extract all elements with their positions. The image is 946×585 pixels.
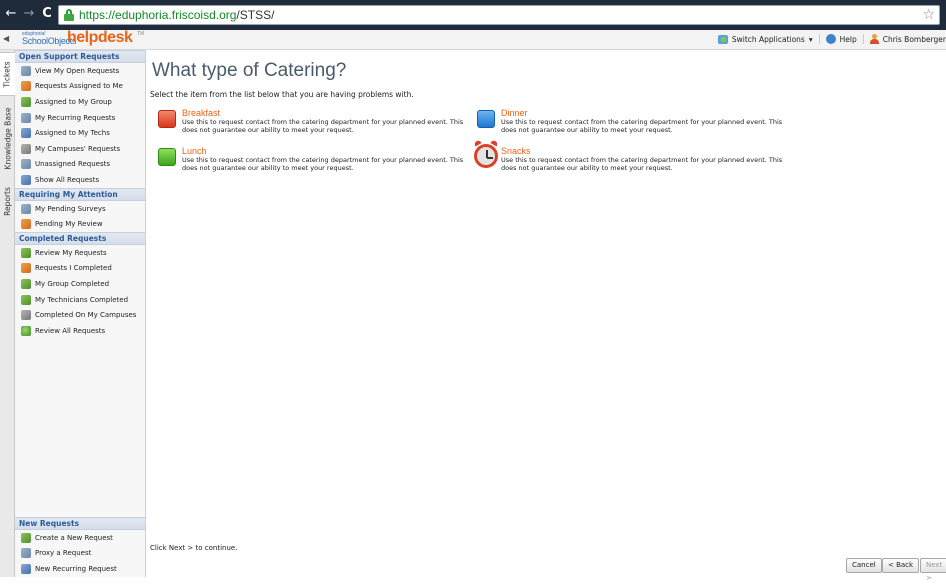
option-breakfast[interactable]: Breakfast Use this to request contact fr… — [158, 108, 468, 138]
option-title[interactable]: Dinner — [501, 108, 528, 118]
sidebar-item-assigned-to-my-techs[interactable]: Assigned to My Techs — [15, 125, 145, 141]
sidebar-item-my-campuses-requests[interactable]: My Campuses' Requests — [15, 141, 145, 157]
sidebar-item-my-recurring-requests[interactable]: My Recurring Requests — [15, 110, 145, 126]
unassigned-icon — [21, 159, 31, 170]
create-request-icon — [21, 532, 31, 543]
group-icon — [21, 96, 31, 107]
divider — [818, 34, 820, 44]
survey-icon — [21, 203, 31, 214]
proxy-icon — [21, 548, 31, 559]
dinner-icon — [477, 110, 495, 128]
section-open-support-requests[interactable]: Open Support Requests — [15, 50, 145, 63]
sidebar-item-new-recurring-request[interactable]: New Recurring Request — [15, 561, 145, 577]
option-description: Use this to request contact from the cat… — [501, 118, 783, 134]
browser-toolbar: ← → C https://eduphoria.friscoisd.org/ST… — [0, 0, 946, 30]
sidebar-item-review-all-requests[interactable]: Review All Requests — [15, 323, 145, 339]
technicians-completed-icon — [21, 294, 31, 305]
sidebar-item-pending-my-review[interactable]: Pending My Review — [15, 216, 145, 232]
requests-icon — [21, 65, 31, 76]
breakfast-icon — [158, 110, 176, 128]
switch-applications-menu[interactable]: Switch Applications — [732, 35, 805, 44]
new-recurring-icon — [21, 563, 31, 574]
tab-knowledge-base[interactable]: Knowledge Base — [0, 98, 15, 178]
address-bar[interactable]: https://eduphoria.friscoisd.org/STSS/ ☆ — [58, 5, 940, 25]
logo-helpdesk: helpdesk — [67, 29, 133, 46]
continue-hint: Click Next > to continue. — [150, 544, 238, 552]
section-completed-requests[interactable]: Completed Requests — [15, 231, 145, 245]
sidebar-item-unassigned-requests[interactable]: Unassigned Requests — [15, 157, 145, 173]
sidebar-item-review-my-requests[interactable]: Review My Requests — [15, 245, 145, 261]
option-title[interactable]: Lunch — [182, 146, 207, 156]
option-title[interactable]: Breakfast — [182, 108, 220, 118]
sidebar-item-my-pending-surveys[interactable]: My Pending Surveys — [15, 201, 145, 217]
app-header: ◀ eduphoria! SchoolObjects helpdesk TM S… — [0, 29, 946, 50]
assigned-icon — [21, 81, 31, 92]
sidebar-item-completed-on-my-campuses[interactable]: Completed On My Campuses — [15, 307, 145, 323]
option-description: Use this to request contact from the cat… — [182, 118, 464, 134]
help-icon — [825, 34, 836, 44]
techs-icon — [21, 128, 31, 139]
review-requests-icon — [21, 247, 31, 258]
user-icon — [869, 34, 879, 44]
bookmark-star-icon[interactable]: ☆ — [922, 7, 935, 23]
option-lunch[interactable]: Lunch Use this to request contact from t… — [158, 146, 468, 176]
main-content: What type of Catering? Select the item f… — [146, 50, 946, 582]
user-name[interactable]: Chris Bomberger — [883, 35, 946, 44]
next-button[interactable]: Next > — [920, 558, 946, 582]
section-requiring-my-attention[interactable]: Requiring My Attention — [15, 187, 145, 201]
campus-completed-icon — [21, 310, 31, 321]
switch-apps-icon — [717, 34, 728, 44]
back-button[interactable]: < Back — [882, 558, 920, 573]
option-dinner[interactable]: Dinner Use this to request contact from … — [477, 108, 787, 138]
alarm-clock-icon — [473, 139, 499, 168]
lunch-icon — [158, 148, 176, 166]
forward-arrow-icon[interactable]: → — [22, 6, 36, 22]
completed-icon — [21, 263, 31, 274]
tab-reports[interactable]: Reports — [0, 180, 15, 222]
option-description: Use this to request contact from the cat… — [501, 156, 783, 172]
option-description: Use this to request contact from the cat… — [182, 156, 464, 172]
url-text: https://eduphoria.friscoisd.org/STSS/ — [79, 8, 274, 22]
review-icon — [21, 219, 31, 230]
globe-icon — [21, 325, 31, 336]
back-arrow-icon[interactable]: ← — [4, 6, 18, 22]
chevron-down-icon[interactable]: ▾ — [809, 35, 813, 44]
tab-tickets[interactable]: Tickets — [0, 52, 15, 96]
header-actions: Switch Applications ▾ Help Chris Bomberg… — [717, 34, 946, 44]
page-title: What type of Catering? — [152, 60, 347, 81]
option-snacks[interactable]: Snacks Use this to request contact from … — [473, 139, 784, 176]
sidebar-item-show-all-requests[interactable]: Show All Requests — [15, 172, 145, 188]
campus-icon — [21, 143, 31, 154]
sidebar-item-my-group-completed[interactable]: My Group Completed — [15, 276, 145, 292]
collapse-arrow-icon[interactable]: ◀ — [3, 34, 9, 43]
sidebar-item-assigned-to-my-group[interactable]: Assigned to My Group — [15, 94, 145, 110]
divider — [862, 34, 864, 44]
option-title[interactable]: Snacks — [501, 146, 531, 156]
group-completed-icon — [21, 278, 31, 289]
recurring-icon — [21, 112, 31, 123]
vertical-tab-strip: Tickets Knowledge Base Reports — [0, 50, 15, 577]
lock-icon — [64, 9, 74, 21]
instructions-text: Select the item from the list below that… — [150, 90, 414, 99]
help-link[interactable]: Help — [840, 35, 857, 44]
sidebar-item-my-technicians-completed[interactable]: My Technicians Completed — [15, 292, 145, 308]
sidebar-item-view-my-open-requests[interactable]: View My Open Requests — [15, 63, 145, 79]
sidebar: Open Support Requests View My Open Reque… — [15, 50, 146, 577]
sidebar-item-proxy-request[interactable]: Proxy a Request — [15, 546, 145, 562]
logo-tm: TM — [137, 31, 145, 37]
reload-icon[interactable]: C — [40, 6, 54, 22]
cancel-button[interactable]: Cancel — [846, 558, 882, 573]
all-requests-icon — [21, 174, 31, 185]
sidebar-item-requests-assigned-to-me[interactable]: Requests Assigned to Me — [15, 79, 145, 95]
url-path: /STSS/ — [236, 8, 275, 22]
sidebar-item-create-new-request[interactable]: Create a New Request — [15, 530, 145, 546]
url-host: https://eduphoria.friscoisd.org — [79, 8, 237, 22]
sidebar-item-requests-i-completed[interactable]: Requests I Completed — [15, 261, 145, 277]
section-new-requests[interactable]: New Requests — [15, 517, 145, 530]
